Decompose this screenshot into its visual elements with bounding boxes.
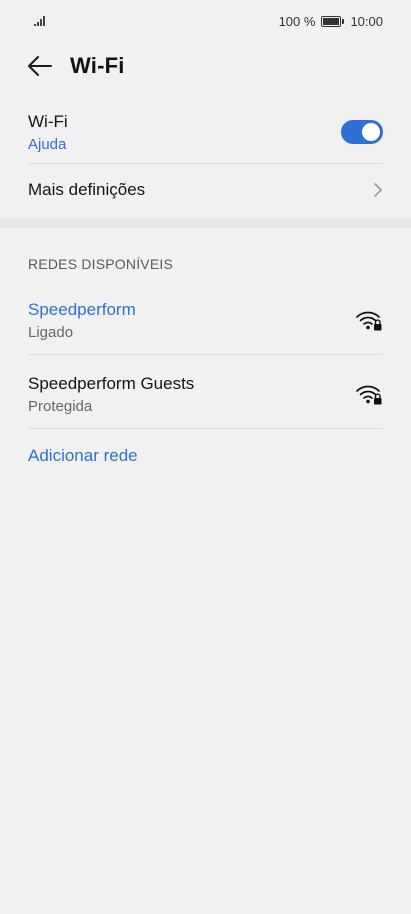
more-settings-label: Mais definições xyxy=(28,180,146,199)
network-name: Speedperform xyxy=(28,299,136,319)
status-right: 100 % 10:00 xyxy=(279,14,383,29)
arrow-left-icon xyxy=(28,56,52,76)
status-bar: 100 % 10:00 xyxy=(0,0,411,42)
chevron-right-icon xyxy=(374,183,382,197)
network-text: Speedperform Guests Protegida xyxy=(28,374,194,415)
network-row-speedperform-guests[interactable]: Speedperform Guests Protegida xyxy=(28,368,383,420)
wifi-toggle-row: Wi-Fi Ajuda xyxy=(28,108,383,156)
network-status: Ligado xyxy=(28,323,74,341)
divider xyxy=(28,163,383,164)
available-networks-title: REDES DISPONÍVEIS xyxy=(28,256,173,272)
divider xyxy=(28,428,383,429)
header: Wi-Fi xyxy=(0,42,411,90)
back-button[interactable] xyxy=(26,52,54,80)
wifi-toggle-switch[interactable] xyxy=(341,120,383,144)
more-settings-row[interactable]: Mais definições xyxy=(28,168,383,212)
wifi-label: Wi-Fi xyxy=(28,111,68,131)
networks-card: REDES DISPONÍVEIS Speedperform Ligado Sp… xyxy=(0,228,411,914)
wifi-locked-icon xyxy=(356,311,382,331)
section-header: REDES DISPONÍVEIS xyxy=(28,254,383,274)
battery-icon xyxy=(321,15,345,27)
add-network-row[interactable]: Adicionar rede xyxy=(28,442,383,470)
wifi-locked-icon xyxy=(356,385,382,405)
battery-percent: 100 % xyxy=(278,13,316,29)
network-status: Protegida xyxy=(28,397,93,415)
wifi-toggle-text: Wi-Fi Ajuda xyxy=(28,112,68,153)
add-network-link[interactable]: Adicionar rede xyxy=(28,446,138,466)
network-row-speedperform[interactable]: Speedperform Ligado xyxy=(28,294,383,346)
screen: 100 % 10:00 Wi-Fi Wi-Fi Ajuda Mais defin… xyxy=(0,0,411,914)
divider xyxy=(28,354,383,355)
section-separator xyxy=(0,218,411,228)
page-title: Wi-Fi xyxy=(70,53,125,78)
toggle-knob xyxy=(362,123,380,141)
clock: 10:00 xyxy=(350,13,383,29)
signal-bars-icon xyxy=(34,16,45,26)
wifi-settings-card: Wi-Fi Ajuda Mais definições xyxy=(0,96,411,218)
network-text: Speedperform Ligado xyxy=(28,300,136,341)
network-name: Speedperform Guests xyxy=(28,373,195,393)
help-link[interactable]: Ajuda xyxy=(28,136,68,153)
